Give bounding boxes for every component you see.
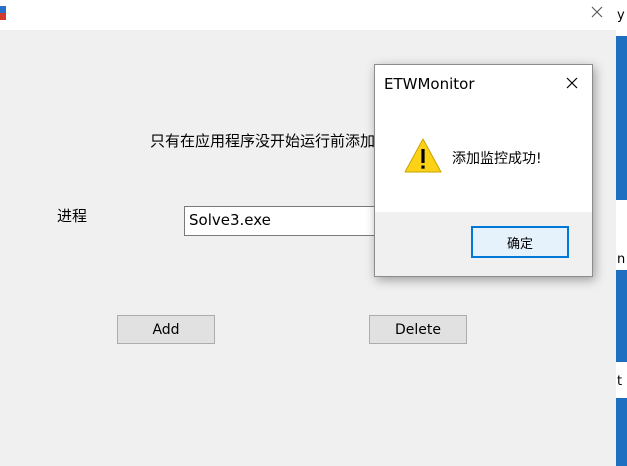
message-box-close-button[interactable]: [558, 71, 586, 95]
instruction-text: 只有在应用程序没开始运行前添加: [150, 132, 376, 150]
delete-button[interactable]: Delete: [369, 315, 467, 344]
message-box-footer: 确定: [375, 212, 592, 276]
ok-button[interactable]: 确定: [471, 226, 569, 258]
background-text: n: [617, 252, 626, 267]
process-label: 进程: [57, 207, 88, 225]
add-button[interactable]: Add: [117, 315, 215, 344]
warning-icon: [404, 138, 442, 173]
app-icon: [0, 6, 6, 20]
background-text: y: [617, 8, 625, 23]
main-titlebar: [0, 0, 616, 30]
message-box: ETWMonitor 添加监控成功! 确定: [374, 64, 593, 277]
message-box-title: ETWMonitor: [384, 75, 475, 93]
close-icon: [591, 6, 603, 18]
message-text: 添加监控成功!: [452, 151, 542, 167]
window-close-button[interactable]: [582, 0, 612, 24]
screen: 只有在应用程序没开始运行前添加 进程 Solve3.exe Add Delete…: [0, 0, 627, 466]
background-text: t: [617, 374, 623, 389]
close-icon: [566, 77, 578, 89]
process-input[interactable]: Solve3.exe: [184, 206, 384, 236]
